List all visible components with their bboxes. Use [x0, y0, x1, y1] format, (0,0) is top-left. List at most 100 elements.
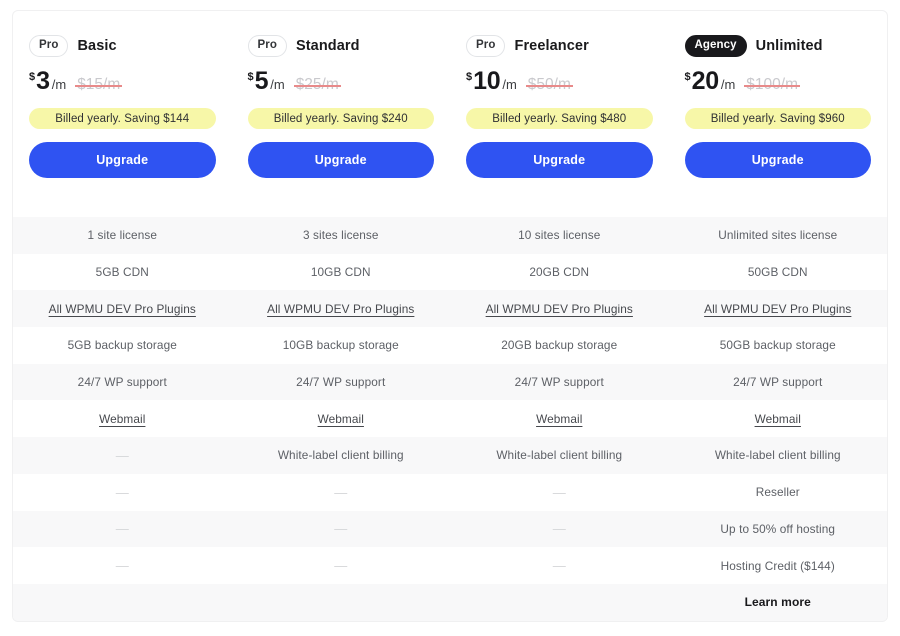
- plan-name: Unlimited: [755, 38, 823, 54]
- price-period: /m: [720, 77, 736, 92]
- plan-tier-badge: Pro: [29, 35, 69, 57]
- feature-cell: 1 site license: [87, 228, 158, 243]
- upgrade-button[interactable]: Upgrade: [684, 142, 871, 178]
- table-row: 5GB backup storage 10GB backup storage 20G…: [13, 327, 887, 364]
- saving-banner: Billed yearly. Saving $480: [466, 108, 653, 129]
- table-row: All WPMU DEV Pro Plugins All WPMU DEV Pro…: [13, 290, 888, 328]
- feature-cell: Unlimited sites license: [718, 228, 838, 243]
- feature-cell: Up to 50% off hosting: [720, 521, 836, 536]
- feature-cell: 10GB backup storage: [282, 338, 399, 353]
- table-row: 5GB CDN 10GB CDN 20GB CDN 50GB CDN: [13, 254, 887, 291]
- original-price: $50/m: [525, 76, 573, 93]
- plan-tier-badge: Agency: [684, 35, 747, 57]
- feature-comparison-rows: 1 site license 3 sites license 10 sites li…: [13, 217, 887, 621]
- table-row: Webmail Webmail Webmail Webmail: [13, 400, 887, 437]
- currency-symbol: $: [684, 71, 691, 83]
- feature-cell: [232, 584, 451, 621]
- original-price: $25/m: [293, 76, 341, 93]
- learn-more-link[interactable]: Learn more: [669, 584, 888, 621]
- currency-symbol: $: [29, 71, 36, 83]
- feature-cell: 5GB CDN: [95, 265, 149, 280]
- price-period: /m: [270, 77, 285, 92]
- feature-cell: 24/7 WP support: [733, 375, 823, 390]
- plan-name: Standard: [295, 38, 360, 54]
- saving-banner: Billed yearly. Saving $240: [247, 108, 434, 129]
- feature-unavailable-dash: —: [334, 521, 348, 537]
- plan-title-line: Pro Basic: [29, 34, 216, 58]
- feature-unavailable-dash: —: [552, 558, 566, 574]
- original-price: $100/m: [744, 76, 800, 93]
- feature-unavailable-dash: —: [552, 484, 566, 500]
- plan-price-line: $5/m $25/m: [248, 69, 435, 97]
- upgrade-button[interactable]: Upgrade: [29, 142, 216, 178]
- upgrade-button[interactable]: Upgrade: [247, 142, 434, 178]
- feature-link[interactable]: All WPMU DEV Pro Plugins: [669, 290, 888, 327]
- feature-unavailable-dash: —: [552, 521, 566, 537]
- upgrade-button[interactable]: Upgrade: [466, 142, 653, 178]
- currency-symbol: $: [247, 71, 254, 83]
- price-period: /m: [502, 77, 517, 92]
- feature-link[interactable]: Webmail: [669, 400, 888, 437]
- feature-cell: 3 sites license: [302, 228, 379, 243]
- currency-symbol: $: [466, 71, 473, 83]
- feature-cell: 10 sites license: [518, 228, 601, 243]
- plan-title-line: Pro Freelancer: [466, 34, 653, 58]
- feature-cell: 24/7 WP support: [77, 375, 167, 390]
- plan-card-basic: Pro Basic $3/m $15/m Billed yearly. Saving $…: [13, 11, 232, 217]
- price-amount: 3: [36, 67, 50, 95]
- feature-unavailable-dash: —: [115, 558, 129, 574]
- table-row: 1 site license 3 sites license 10 sites li…: [13, 217, 887, 254]
- feature-cell: 10GB CDN: [310, 265, 371, 280]
- saving-banner: Billed yearly. Saving $960: [684, 108, 871, 129]
- feature-link[interactable]: Webmail: [13, 400, 232, 437]
- table-row: — White-label client billing White-label c…: [13, 437, 887, 474]
- feature-cell: 20GB CDN: [529, 265, 590, 280]
- feature-cell: 50GB backup storage: [719, 338, 836, 353]
- feature-cell: 24/7 WP support: [514, 375, 604, 390]
- plan-price-line: $20/m $100/m: [685, 69, 872, 97]
- feature-unavailable-dash: —: [115, 484, 129, 500]
- plan-name: Basic: [77, 38, 117, 54]
- feature-unavailable-dash: —: [334, 484, 348, 500]
- plan-title-line: Pro Standard: [247, 34, 435, 58]
- feature-cell: [450, 584, 669, 621]
- plan-tier-badge: Pro: [466, 35, 506, 57]
- plan-price-line: $3/m $15/m: [29, 69, 216, 97]
- plan-tier-badge: Pro: [247, 35, 287, 57]
- feature-unavailable-dash: —: [115, 447, 129, 463]
- feature-cell: White-label client billing: [714, 448, 841, 463]
- feature-cell: [13, 584, 232, 621]
- feature-link[interactable]: Webmail: [232, 400, 451, 437]
- plan-price-line: $10/m $50/m: [466, 69, 653, 97]
- table-row: — — — Up to 50% off hosting: [13, 510, 887, 548]
- pricing-comparison-table: Pro Basic $3/m $15/m Billed yearly. Saving $…: [12, 10, 888, 622]
- plan-card-freelancer: Pro Freelancer $10/m $50/m Billed yearly. Sa…: [450, 11, 669, 217]
- feature-cell: 20GB backup storage: [501, 338, 618, 353]
- feature-link[interactable]: Webmail: [450, 400, 669, 437]
- original-price: $15/m: [75, 76, 123, 93]
- table-row: Learn more: [13, 583, 888, 621]
- feature-unavailable-dash: —: [115, 521, 129, 537]
- feature-cell: White-label client billing: [496, 448, 623, 463]
- feature-cell: 5GB backup storage: [67, 338, 177, 353]
- price-period: /m: [51, 77, 67, 92]
- table-row: 24/7 WP support 24/7 WP support 24/7 WP su…: [13, 363, 887, 401]
- plan-card-standard: Pro Standard $5/m $25/m Billed yearly. Savin…: [232, 11, 451, 217]
- price-amount: 10: [473, 67, 501, 95]
- feature-cell: Hosting Credit ($144): [720, 558, 835, 573]
- feature-cell: 24/7 WP support: [296, 375, 386, 390]
- price-amount: 20: [691, 67, 720, 95]
- table-row: — — — Hosting Credit ($144): [13, 547, 887, 584]
- table-row: — — — Reseller: [13, 474, 887, 511]
- plan-card-unlimited: Agency Unlimited $20/m $100/m Billed yearly.…: [669, 11, 888, 217]
- feature-link[interactable]: All WPMU DEV Pro Plugins: [13, 290, 232, 327]
- feature-link[interactable]: All WPMU DEV Pro Plugins: [232, 290, 451, 327]
- price-amount: 5: [254, 67, 269, 95]
- saving-banner: Billed yearly. Saving $144: [29, 108, 216, 129]
- plan-header-row: Pro Basic $3/m $15/m Billed yearly. Saving $…: [13, 11, 887, 217]
- feature-cell: 50GB CDN: [747, 265, 808, 280]
- plan-name: Freelancer: [514, 38, 589, 54]
- feature-cell: Reseller: [755, 485, 800, 500]
- plan-title-line: Agency Unlimited: [684, 34, 872, 58]
- feature-link[interactable]: All WPMU DEV Pro Plugins: [450, 290, 669, 327]
